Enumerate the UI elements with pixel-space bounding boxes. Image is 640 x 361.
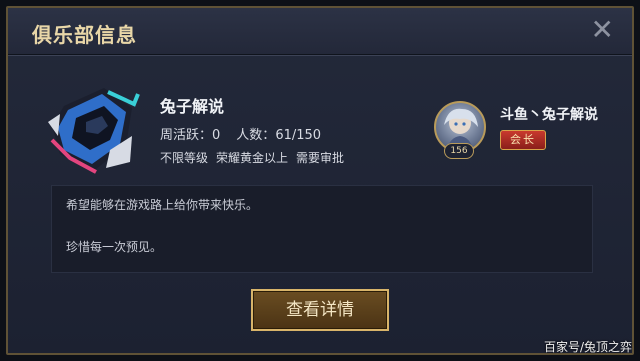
club-info-dialog: 俱乐部信息 ✕ 兔子解说 周活跃：0 人数：61/150 不限等级 荣耀黄金以上 需要… — [6, 6, 634, 355]
members-label: 人数： — [236, 128, 276, 143]
description-line: 希望能够在游戏路上给你带来快乐。 — [66, 198, 259, 212]
weekly-active-value: 0 — [212, 128, 221, 143]
club-name: 兔子解说 — [160, 97, 225, 116]
club-description: 希望能够在游戏路上给你带来快乐。 珍惜每一次预见。 — [51, 185, 593, 273]
leader-avatar[interactable]: 156 — [432, 101, 488, 167]
club-stats: 周活跃：0 人数：61/150 — [160, 124, 321, 143]
role-badge: 会长 — [500, 130, 546, 150]
view-details-button[interactable]: 查看详情 — [251, 289, 389, 331]
join-requirements: 不限等级 荣耀黄金以上 需要审批 — [160, 149, 352, 166]
leader-level: 156 — [444, 143, 474, 159]
hooded-mask-logo-icon — [48, 88, 140, 174]
dialog-header: 俱乐部信息 ✕ — [8, 8, 632, 55]
req-rank: 荣耀黄金以上 — [216, 151, 289, 165]
dialog-title: 俱乐部信息 — [32, 23, 137, 47]
description-line: 珍惜每一次预见。 — [66, 240, 163, 254]
header-divider — [8, 55, 632, 56]
req-approval: 需要审批 — [296, 151, 345, 165]
close-icon[interactable]: ✕ — [591, 16, 614, 44]
leader-name: 斗鱼丶兔子解说 — [500, 107, 598, 123]
req-level: 不限等级 — [160, 151, 209, 165]
members-value: 61/150 — [275, 128, 322, 143]
watermark: 百家号/兔顶之弈 — [543, 340, 632, 354]
weekly-active-label: 周活跃： — [160, 128, 213, 143]
